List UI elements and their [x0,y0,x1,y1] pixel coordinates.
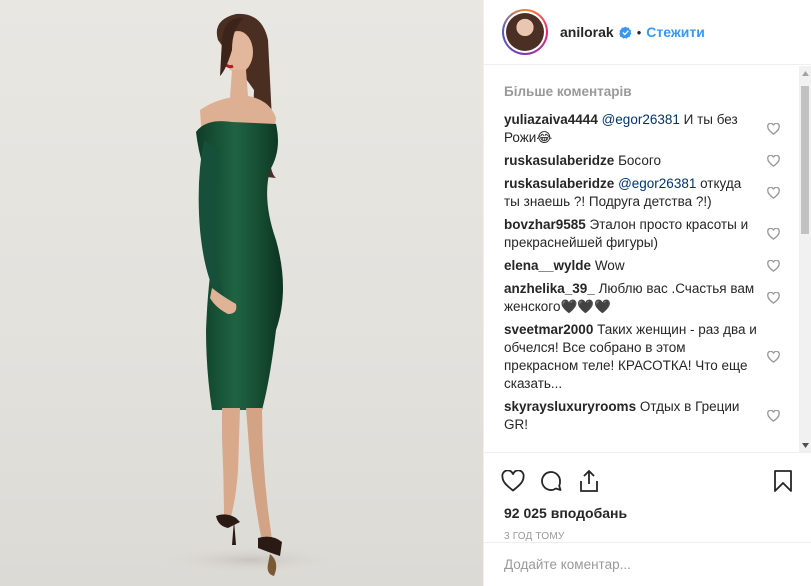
share-icon[interactable] [576,468,602,494]
comment-username[interactable]: bovzhar9585 [504,217,586,232]
comment-like-heart-icon[interactable] [767,260,780,272]
action-icons [500,461,796,501]
comment-like-heart-icon[interactable] [767,292,780,304]
load-more-comments-button[interactable]: Більше коментарів [504,84,792,99]
comment-items: yuliazaiva4444 @egor26381 И ты без Рожи😂… [504,111,792,434]
comment-item: skyraysluxuryrooms Отдых в Греции GR! [504,398,792,434]
add-comment-bar [484,542,811,586]
post-header: anilorak • Стежити [484,0,811,65]
comment-like-heart-icon[interactable] [767,410,780,422]
comment-icon[interactable] [538,468,564,494]
comments-list: Більше коментарів yuliazaiva4444 @egor26… [484,66,811,452]
avatar[interactable] [502,9,548,55]
comment-item: yuliazaiva4444 @egor26381 И ты без Рожи😂 [504,111,792,147]
comment-username[interactable]: elena__wylde [504,258,591,273]
likes-count[interactable]: 92 025 вподобань [504,505,796,521]
post-timestamp[interactable]: 3 год тому [504,531,796,542]
comment-item: ruskasulaberidze @egor26381 откуда ты зн… [504,175,792,211]
heart-icon[interactable] [500,468,526,494]
comments-scrollbar[interactable] [799,66,811,452]
scroll-up-arrow-icon[interactable] [799,66,811,80]
comment-item: ruskasulaberidze Босого [504,152,792,170]
comment-like-heart-icon[interactable] [767,155,780,167]
separator-dot: • [636,24,642,40]
username-link[interactable]: anilorak [560,24,614,40]
comment-username[interactable]: ruskasulaberidze [504,153,614,168]
scrollbar-thumb[interactable] [801,86,809,234]
comment-username[interactable]: anzhelika_39_ [504,281,595,296]
comment-like-heart-icon[interactable] [767,123,780,135]
comment-like-heart-icon[interactable] [767,351,780,363]
comment-username[interactable]: skyraysluxuryrooms [504,399,636,414]
post-photo[interactable] [0,0,483,586]
comment-item: bovzhar9585 Эталон просто красоты и прек… [504,216,792,252]
post-panel: anilorak • Стежити Більше коментарів yul… [483,0,811,586]
scroll-down-arrow-icon[interactable] [799,438,811,452]
photo-illustration [160,13,340,576]
comment-like-heart-icon[interactable] [767,228,780,240]
comment-item: elena__wylde Wow [504,257,792,275]
add-comment-input[interactable] [504,557,792,572]
comment-item: sveetmar2000 Таких женщин - раз два и об… [504,321,792,393]
comment-mention-link[interactable]: @egor26381 [602,112,680,127]
bookmark-icon[interactable] [770,468,796,494]
comment-like-heart-icon[interactable] [767,187,780,199]
verified-badge-icon [618,26,632,39]
comment-mention-link[interactable]: @egor26381 [618,176,696,191]
comment-text: Wow [591,258,625,273]
comment-text: Босого [614,153,661,168]
follow-button[interactable]: Стежити [646,24,705,40]
post-actions: 92 025 вподобань 3 год тому [484,452,811,542]
avatar-image [506,13,544,51]
comment-username[interactable]: yuliazaiva4444 [504,112,598,127]
comment-item: anzhelika_39_ Люблю вас .Счастья вам жен… [504,280,792,316]
comment-username[interactable]: sveetmar2000 [504,322,593,337]
comment-username[interactable]: ruskasulaberidze [504,176,614,191]
avatar-inner [504,11,546,53]
